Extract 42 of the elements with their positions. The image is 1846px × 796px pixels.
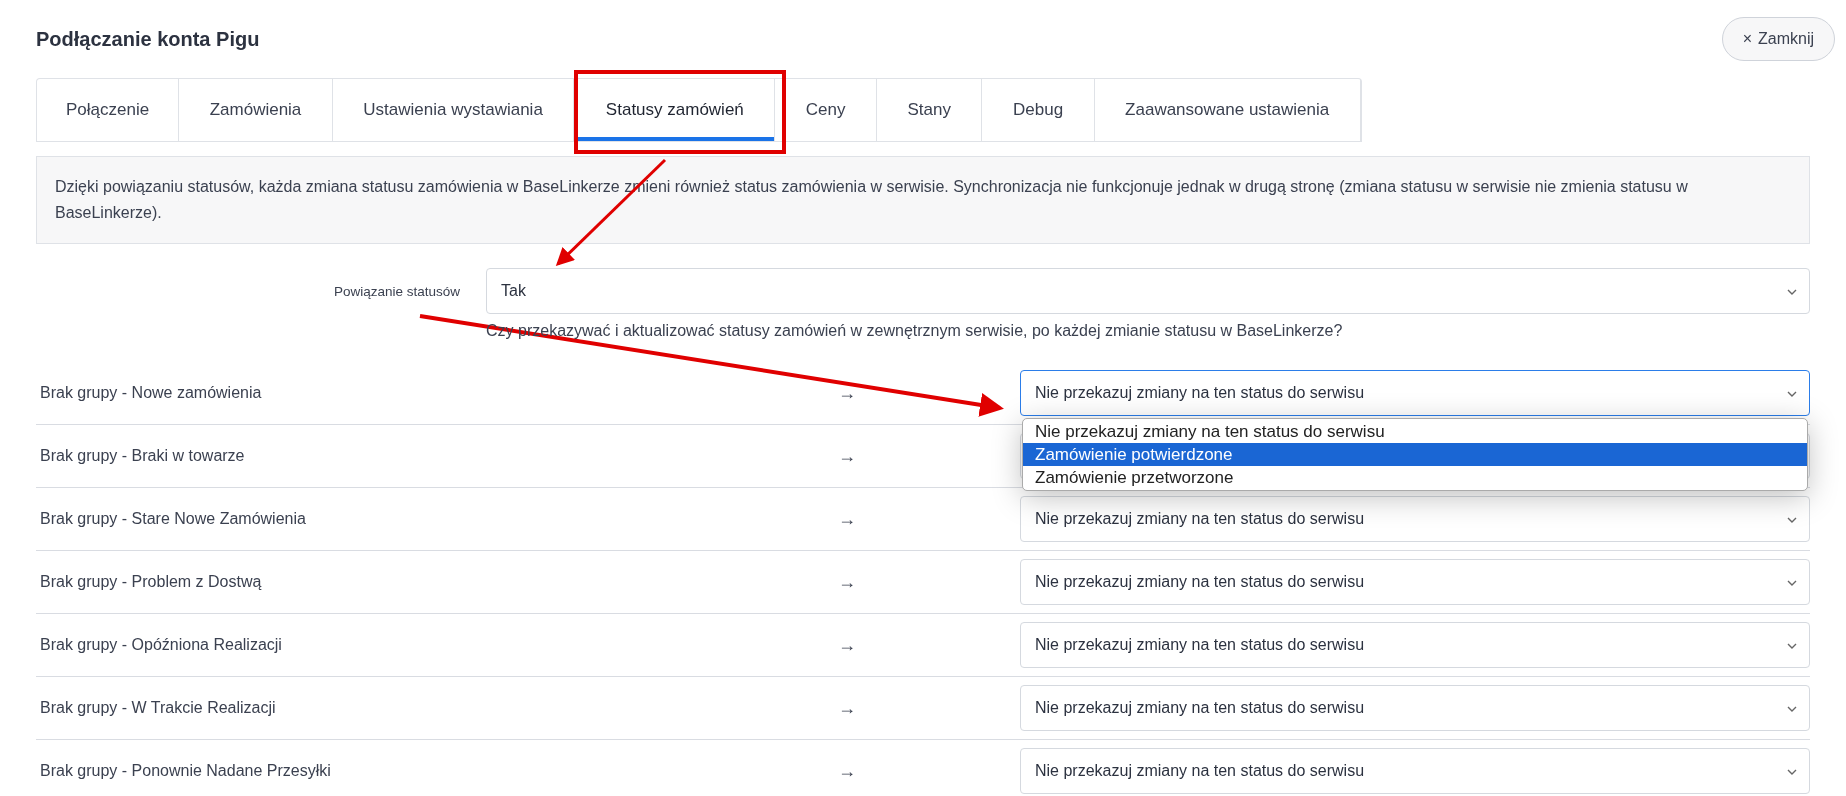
- tab[interactable]: Stany: [877, 79, 983, 141]
- dropdown-option[interactable]: Nie przekazuj zmiany na ten status do serwisu: [1023, 420, 1807, 443]
- status-name: Brak grupy - Braki w towarze: [39, 447, 246, 465]
- select-field[interactable]: Nie przekazuj zmiany na ten status do serwisu: [1020, 748, 1810, 794]
- select-field[interactable]: Nie przekazuj zmiany na ten status do serwisu: [1020, 496, 1810, 542]
- status-name: Brak grupy - Stare Nowe Zamówienia: [39, 510, 307, 528]
- arrow-glyph: →: [837, 697, 857, 719]
- chevron-icon: [1787, 391, 1797, 397]
- arrow-glyph: →: [837, 760, 857, 782]
- dialog-title: Podłączanie konta Pigu: [36, 27, 260, 51]
- status-name: Brak grupy - W Trakcie Realizacji: [39, 699, 277, 717]
- arrow-glyph: →: [837, 382, 857, 404]
- status-name: Brak grupy - Problem z Dostwą: [39, 573, 263, 591]
- select-field[interactable]: Nie przekazuj zmiany na ten status do serwisu: [1020, 622, 1810, 668]
- tab[interactable]: Ceny: [775, 79, 877, 141]
- tab[interactable]: Ustawienia wystawiania: [332, 79, 575, 141]
- arrow-glyph: →: [837, 445, 857, 467]
- chevron-icon: [1787, 289, 1797, 295]
- select-field[interactable]: Nie przekazuj zmiany na ten status do serwisu: [1020, 559, 1810, 605]
- chevron-icon: [1787, 517, 1797, 523]
- status-name: Brak grupy - Nowe zamówienia: [39, 384, 263, 402]
- arrow-glyph: →: [837, 634, 857, 656]
- arrow-glyph: →: [837, 508, 857, 530]
- tab[interactable]: Zamówienia: [179, 79, 333, 141]
- tab[interactable]: Połączenie: [37, 79, 180, 141]
- dropdown-option[interactable]: Zamówienie przetworzone: [1023, 466, 1807, 489]
- chevron-icon: [1787, 706, 1797, 712]
- tab[interactable]: Zaawansowane ustawienia: [1094, 79, 1361, 141]
- field-label: Powiązanie statusów: [332, 283, 460, 299]
- select-field[interactable]: Nie przekazuj zmiany na ten status do serwisu: [1020, 370, 1810, 416]
- tab[interactable]: Debug: [982, 79, 1095, 141]
- tab[interactable]: Statusy zamówień: [574, 79, 776, 141]
- arrow-glyph: →: [837, 571, 857, 593]
- chevron-icon: [1787, 580, 1797, 586]
- close-button[interactable]: × Zamknij: [1721, 17, 1835, 61]
- dropdown-option[interactable]: Zamówienie potwierdzone: [1023, 443, 1807, 466]
- chevron-icon: [1787, 769, 1797, 775]
- status-name: Brak grupy - Ponownie Nadane Przesyłki: [39, 762, 332, 780]
- select-field[interactable]: Nie przekazuj zmiany na ten status do serwisu: [1020, 685, 1810, 731]
- status-name: Brak grupy - Opóźniona Realizacji: [39, 636, 283, 654]
- chevron-icon: [1787, 643, 1797, 649]
- select-field[interactable]: Tak: [486, 268, 1810, 314]
